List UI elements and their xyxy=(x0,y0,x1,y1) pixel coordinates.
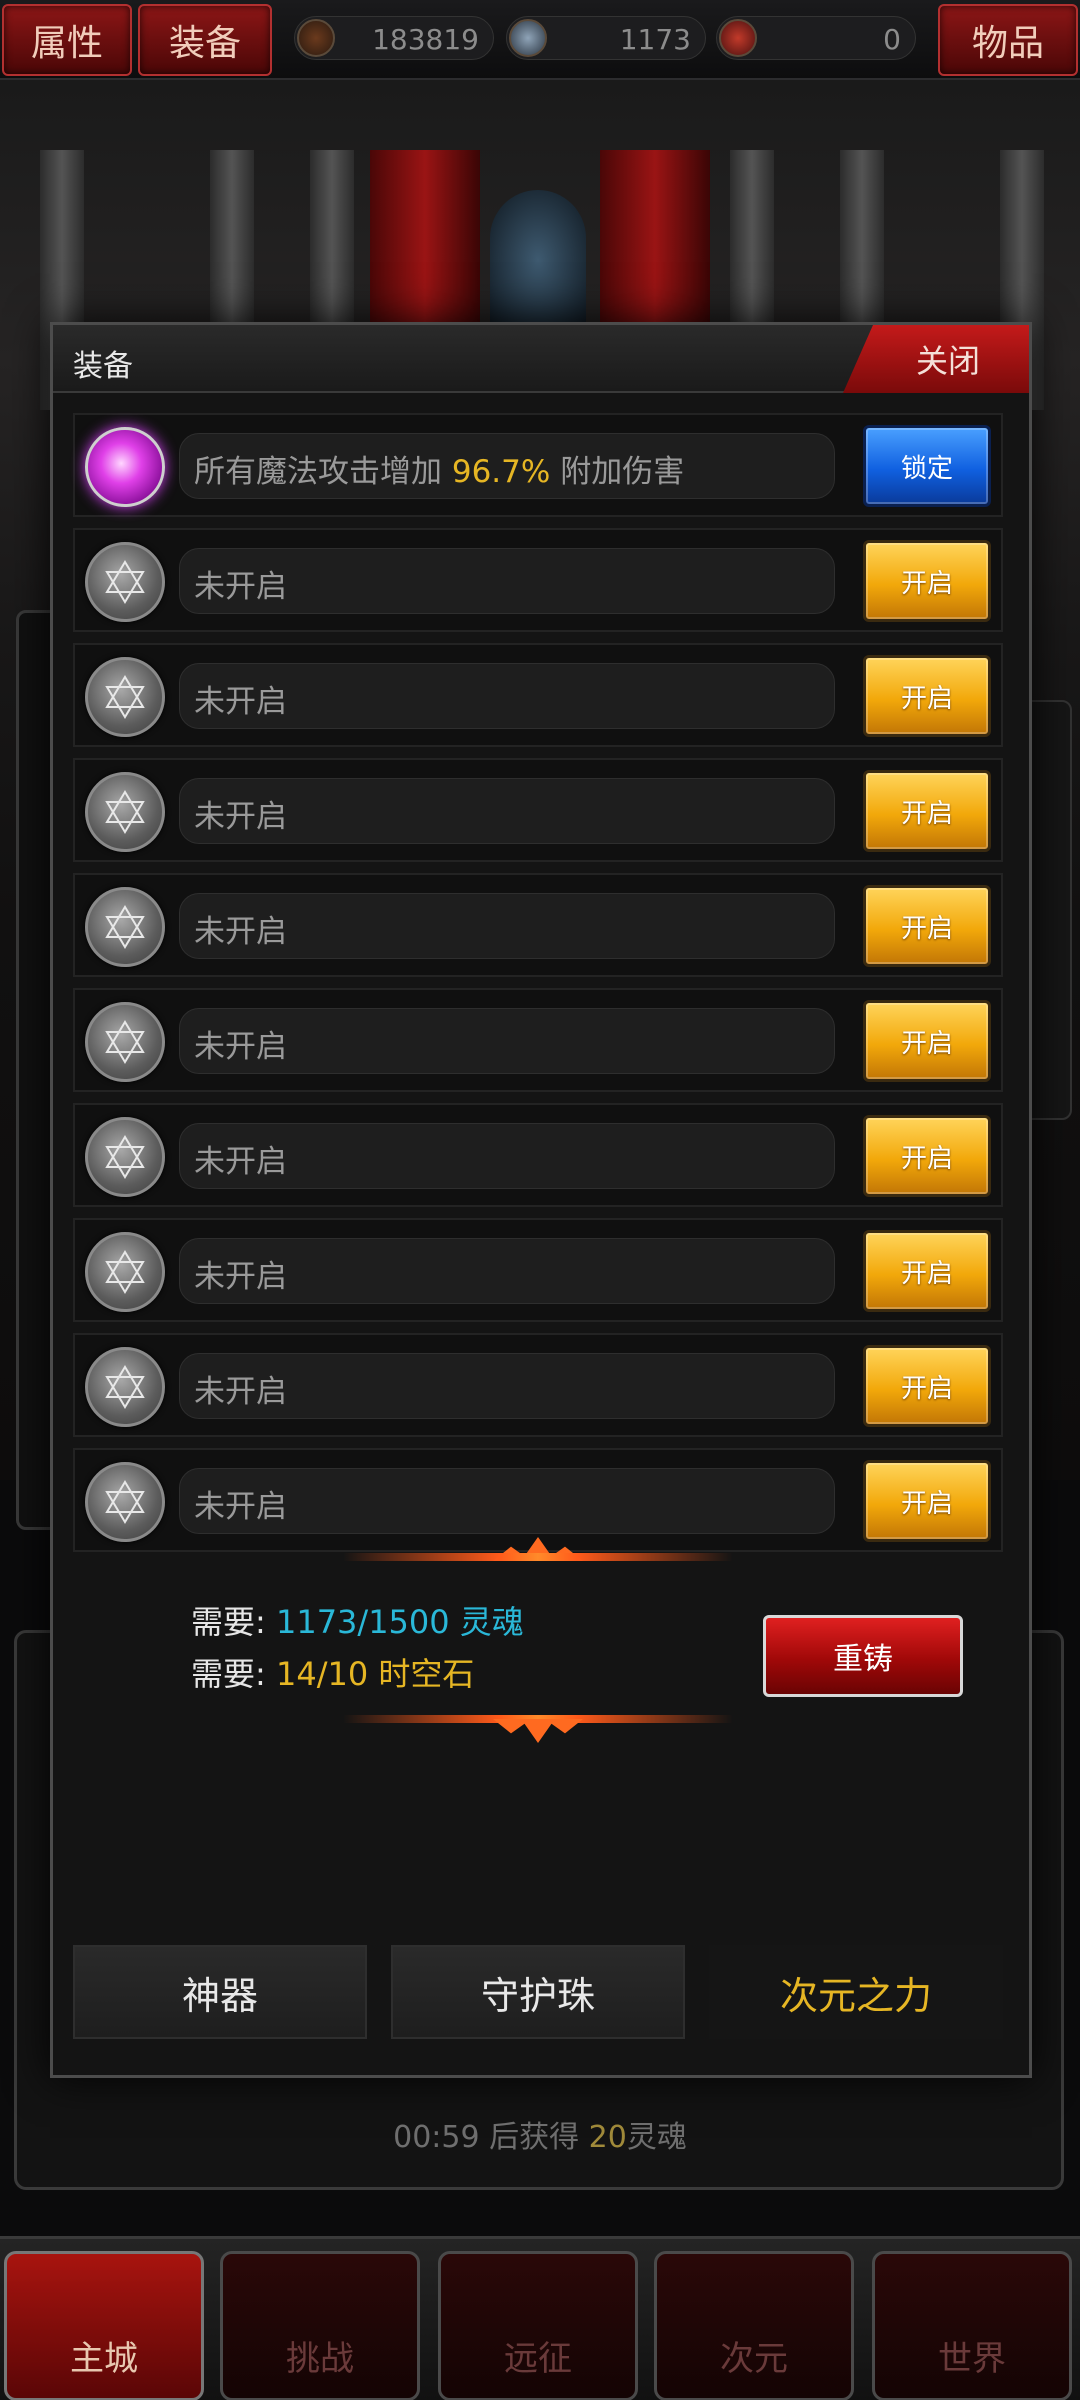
dialog-header: 装备 关闭 xyxy=(53,325,1029,393)
hexagram-seal-icon xyxy=(85,1462,165,1542)
gold-counter: 183819 xyxy=(294,16,494,60)
tab-guardian-orb[interactable]: 守护珠 xyxy=(391,1945,685,2039)
equipment-button[interactable]: 装备 xyxy=(138,4,272,76)
unlock-button[interactable]: 开启 xyxy=(863,1000,991,1082)
slot-status-text: 未开启 xyxy=(179,1353,835,1419)
slot-status-text: 未开启 xyxy=(179,663,835,729)
unlock-button[interactable]: 开启 xyxy=(863,1345,991,1427)
enchant-slot: 未开启 开启 xyxy=(73,643,1003,747)
nav-challenge[interactable]: 挑战 xyxy=(220,2251,420,2400)
stone-requirement-value: 14/10 时空石 xyxy=(275,1655,475,1693)
soul-skull-icon xyxy=(509,19,547,57)
nav-main-city[interactable]: 主城 xyxy=(4,2251,204,2400)
round-window xyxy=(490,190,586,330)
enchant-slot: 未开启 开启 xyxy=(73,1103,1003,1207)
dialog-title: 装备 xyxy=(73,349,133,384)
close-button[interactable]: 关闭 xyxy=(843,325,1029,393)
ornament-divider xyxy=(343,1553,733,1561)
nav-expedition[interactable]: 远征 xyxy=(438,2251,638,2400)
soul-value: 1173 xyxy=(619,23,691,56)
unlock-button[interactable]: 开启 xyxy=(863,1115,991,1197)
hexagram-seal-icon xyxy=(85,772,165,852)
unlock-button[interactable]: 开启 xyxy=(863,1230,991,1312)
requirement-label: 需要: xyxy=(191,1655,276,1693)
hexagram-seal-icon xyxy=(85,1117,165,1197)
slot-effect-text: 所有魔法攻击增加 96.7% 附加伤害 xyxy=(179,433,835,499)
tab-artifact[interactable]: 神器 xyxy=(73,1945,367,2039)
hexagram-seal-icon xyxy=(85,1002,165,1082)
reforge-button[interactable]: 重铸 xyxy=(763,1615,963,1697)
tab-dimension-power[interactable]: 次元之力 xyxy=(709,1945,1003,2039)
reforge-cost-area: 需要: 1173/1500 灵魂 需要: 14/10 时空石 重铸 xyxy=(73,1537,1003,1755)
slot-status-text: 未开启 xyxy=(179,778,835,844)
effect-prefix: 所有魔法攻击增加 xyxy=(194,454,452,490)
soul-timer-status: 00:59 后获得 20灵魂 xyxy=(0,2112,1080,2156)
bottom-navigation: 主城 挑战 远征 次元 世界 xyxy=(0,2236,1080,2400)
slot-status-text: 未开启 xyxy=(179,1123,835,1189)
enchant-slot: 所有魔法攻击增加 96.7% 附加伤害 锁定 xyxy=(73,413,1003,517)
enchant-slot: 未开启 开启 xyxy=(73,1218,1003,1322)
enchant-slot: 未开启 开启 xyxy=(73,988,1003,1092)
gold-value: 183819 xyxy=(372,23,479,56)
unlock-button[interactable]: 开启 xyxy=(863,1460,991,1542)
requirement-label: 需要: xyxy=(191,1603,276,1641)
soul-timer: 00:59 xyxy=(393,2120,480,2155)
ornament-bottom-icon xyxy=(493,1719,583,1743)
equipment-dialog: 装备 关闭 所有魔法攻击增加 96.7% 附加伤害 锁定 未开启 开启 未开启 … xyxy=(50,322,1032,2078)
slot-status-text: 未开启 xyxy=(179,1238,835,1304)
enchant-slot: 未开启 开启 xyxy=(73,1333,1003,1437)
slot-status-text: 未开启 xyxy=(179,548,835,614)
soul-timer-text: 后获得 xyxy=(479,2120,589,2155)
effect-suffix: 附加伤害 xyxy=(550,454,685,490)
unlock-button[interactable]: 开启 xyxy=(863,770,991,852)
unlock-button[interactable]: 开启 xyxy=(863,655,991,737)
hexagram-seal-icon xyxy=(85,887,165,967)
unlock-button[interactable]: 开启 xyxy=(863,540,991,622)
soul-requirement-value: 1173/1500 灵魂 xyxy=(275,1603,524,1641)
nav-world[interactable]: 世界 xyxy=(872,2251,1072,2400)
unlock-button[interactable]: 开启 xyxy=(863,885,991,967)
soul-unit: 灵魂 xyxy=(626,2120,687,2155)
space-time-stone-icon xyxy=(719,19,757,57)
enchant-slot: 未开启 开启 xyxy=(73,758,1003,862)
magic-orb-icon xyxy=(85,427,165,507)
soul-counter: 1173 xyxy=(506,16,706,60)
items-button[interactable]: 物品 xyxy=(938,4,1078,76)
top-bar: 属性 装备 183819 1173 0 物品 xyxy=(0,0,1080,80)
soul-requirement: 需要: 1173/1500 灵魂 xyxy=(191,1597,524,1643)
space-time-stone-counter: 0 xyxy=(716,16,916,60)
stone-requirement: 需要: 14/10 时空石 xyxy=(191,1649,474,1695)
hexagram-seal-icon xyxy=(85,1347,165,1427)
enchant-slot: 未开启 开启 xyxy=(73,1448,1003,1552)
gold-coin-icon xyxy=(297,19,335,57)
enchant-slot: 未开启 开启 xyxy=(73,528,1003,632)
soul-amount: 20 xyxy=(588,2120,627,2155)
attributes-button[interactable]: 属性 xyxy=(2,4,132,76)
slot-status-text: 未开启 xyxy=(179,1468,835,1534)
hexagram-seal-icon xyxy=(85,1232,165,1312)
dialog-tabs: 神器 守护珠 次元之力 xyxy=(73,1945,1013,2045)
lock-button[interactable]: 锁定 xyxy=(863,425,991,507)
slot-status-text: 未开启 xyxy=(179,1008,835,1074)
hexagram-seal-icon xyxy=(85,542,165,622)
enchant-slot: 未开启 开启 xyxy=(73,873,1003,977)
hexagram-seal-icon xyxy=(85,657,165,737)
space-time-stone-value: 0 xyxy=(883,23,901,56)
nav-dimension[interactable]: 次元 xyxy=(654,2251,854,2400)
effect-value: 96.7% xyxy=(451,454,551,490)
slot-status-text: 未开启 xyxy=(179,893,835,959)
